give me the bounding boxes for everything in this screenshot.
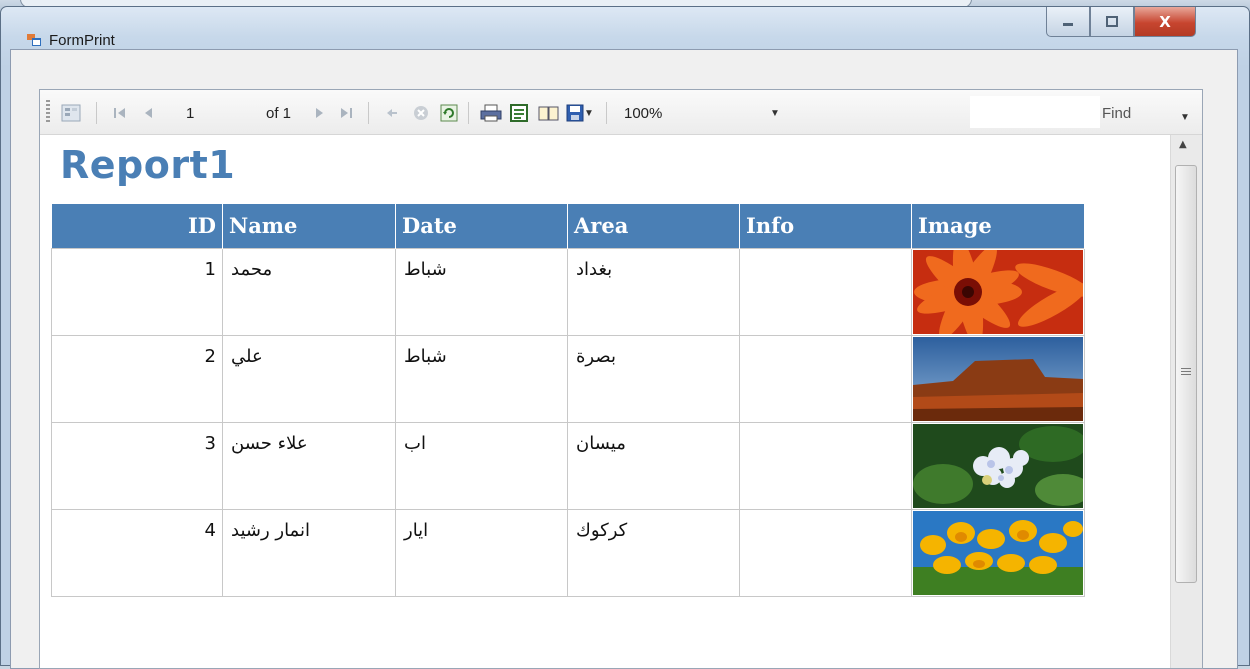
cell-area: بغداد: [567, 247, 740, 336]
previous-page-button[interactable]: [140, 104, 156, 122]
close-button[interactable]: X: [1134, 7, 1196, 37]
stop-icon: [414, 106, 428, 120]
column-header-name: Name: [222, 204, 396, 248]
cell-image: [911, 421, 1085, 510]
column-header-date: Date: [395, 204, 568, 248]
cell-info: [739, 508, 912, 597]
first-page-icon: [114, 108, 125, 118]
toolbar-separator: [96, 102, 97, 124]
next-page-icon: [316, 108, 323, 118]
cell-area: كركوك: [567, 508, 740, 597]
back-icon: [387, 109, 397, 117]
stop-button[interactable]: [412, 104, 430, 122]
report-page: Report1 ID Name Date Area Info Image 1 م…: [40, 135, 1170, 668]
desert-mesa-photo: [913, 336, 1083, 421]
vertical-scrollbar[interactable]: ▲: [1170, 135, 1202, 668]
zoom-dropdown-arrow-icon[interactable]: ▼: [770, 104, 780, 122]
table-row: 3 علاء حسن اب ميسان: [51, 421, 1085, 510]
first-page-button[interactable]: [112, 104, 128, 122]
page-setup-button[interactable]: [538, 104, 560, 122]
print-layout-icon: [510, 104, 528, 122]
minimize-button[interactable]: [1046, 7, 1090, 37]
export-dropdown-arrow-icon[interactable]: ▼: [584, 108, 594, 119]
toolbar-separator: [368, 102, 369, 124]
scrollbar-grip-icon: [1181, 368, 1191, 377]
red-flower-photo: [913, 249, 1083, 334]
minimize-icon: [1063, 22, 1073, 26]
print-layout-button[interactable]: [510, 104, 528, 122]
column-header-id: ID: [51, 204, 223, 248]
cell-id: 3: [51, 421, 223, 510]
cell-info: [739, 421, 912, 510]
column-header-image: Image: [911, 204, 1085, 248]
table-row: 1 محمد شباط بغداد: [51, 247, 1085, 336]
maximize-button[interactable]: [1090, 7, 1134, 37]
table-header-row: ID Name Date Area Info Image: [51, 204, 1085, 248]
cell-name: علي: [222, 334, 396, 423]
scroll-up-arrow-icon[interactable]: ▲: [1179, 139, 1187, 150]
last-page-button[interactable]: [338, 104, 354, 122]
find-button[interactable]: Find: [1102, 105, 1131, 122]
report-toolbar: 1 of 1 ▼ 100% ▼ Find ▼: [40, 90, 1202, 135]
close-icon: X: [1159, 12, 1171, 31]
export-button[interactable]: ▼: [566, 104, 594, 122]
cell-name: علاء حسن: [222, 421, 396, 510]
print-icon: [480, 104, 502, 122]
cell-name: محمد: [222, 247, 396, 336]
hydrangea-photo: [913, 423, 1083, 508]
previous-page-icon: [145, 108, 152, 118]
scrollbar-thumb[interactable]: [1175, 165, 1197, 583]
toolbar-separator: [468, 102, 469, 124]
table-row: 2 علي شباط بصرة: [51, 334, 1085, 423]
zoom-select[interactable]: 100%: [624, 104, 662, 122]
report-title: Report1: [60, 143, 236, 187]
cell-info: [739, 334, 912, 423]
tulips-photo: [913, 510, 1083, 595]
form-app-icon: [27, 34, 41, 46]
cell-id: 4: [51, 508, 223, 597]
cell-image: [911, 247, 1085, 336]
table-row: 4 انمار رشيد ايار كركوك: [51, 508, 1085, 597]
cell-image: [911, 508, 1085, 597]
cell-id: 1: [51, 247, 223, 336]
column-header-area: Area: [567, 204, 740, 248]
page-count-label: of 1: [266, 104, 292, 122]
last-page-icon: [341, 108, 352, 118]
page-setup-icon: [538, 106, 559, 121]
form-window: FormPrint X 1 of 1 ▼ 100% ▼ Find ▼ Repor…: [0, 6, 1250, 669]
cell-image: [911, 334, 1085, 423]
cell-info: [739, 247, 912, 336]
cell-date: اب: [395, 421, 568, 510]
cell-area: ميسان: [567, 421, 740, 510]
current-page-value[interactable]: 1: [186, 104, 194, 122]
parameters-button[interactable]: [60, 104, 82, 122]
toolbar-separator: [606, 102, 607, 124]
next-page-button[interactable]: [312, 104, 328, 122]
toolbar-overflow-icon[interactable]: ▼: [1180, 108, 1190, 126]
cell-date: ايار: [395, 508, 568, 597]
maximize-icon: [1106, 15, 1118, 27]
back-button[interactable]: [384, 104, 400, 122]
column-header-info: Info: [739, 204, 912, 248]
report-table: ID Name Date Area Info Image 1 محمد شباط…: [51, 204, 1085, 597]
cell-date: شباط: [395, 334, 568, 423]
parameters-icon: [61, 104, 81, 122]
cell-date: شباط: [395, 247, 568, 336]
cell-id: 2: [51, 334, 223, 423]
window-controls: X: [1046, 7, 1196, 41]
find-input[interactable]: [970, 96, 1100, 128]
export-icon: [566, 104, 584, 122]
cell-name: انمار رشيد: [222, 508, 396, 597]
report-viewer: 1 of 1 ▼ 100% ▼ Find ▼ Report1 ID Name D…: [39, 89, 1203, 669]
cell-area: بصرة: [567, 334, 740, 423]
print-button[interactable]: [480, 104, 502, 122]
refresh-button[interactable]: [440, 104, 458, 122]
toolbar-grip[interactable]: [46, 100, 50, 122]
refresh-icon: [440, 104, 458, 122]
window-title: FormPrint: [49, 32, 115, 49]
